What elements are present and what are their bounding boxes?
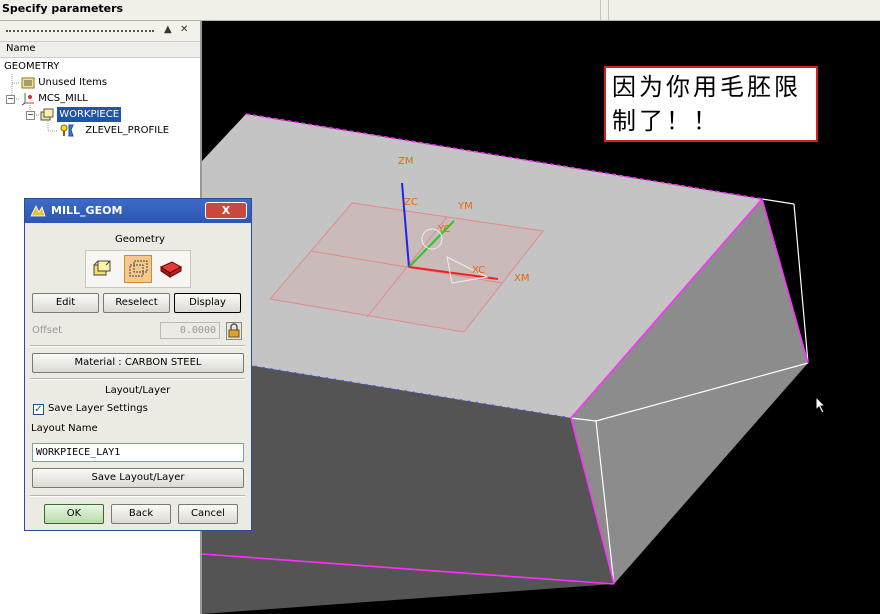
divider bbox=[30, 345, 245, 347]
axis-label-xm: XM bbox=[514, 273, 530, 284]
dialog-title: MILL_GEOM bbox=[51, 204, 123, 217]
note-line-1: 因为你用毛胚限 bbox=[612, 73, 801, 101]
tree-item-workpiece[interactable]: WORKPIECE bbox=[40, 107, 122, 122]
offset-label: Offset bbox=[32, 325, 63, 336]
layout-name-label: Layout Name bbox=[31, 423, 98, 434]
dialog-title-bar[interactable]: MILL_GEOM X bbox=[25, 199, 251, 223]
blank-geometry-icon[interactable] bbox=[124, 255, 152, 283]
workpiece-icon bbox=[40, 108, 54, 121]
tree-item-mcs-mill[interactable]: MCS_MILL bbox=[21, 91, 88, 106]
tree-item-label: ZLEVEL_PROFILE bbox=[85, 125, 170, 136]
divider bbox=[30, 378, 245, 380]
toolbar-divider bbox=[608, 0, 609, 20]
display-button[interactable]: Display bbox=[174, 293, 241, 313]
tree-item-label: WORKPIECE bbox=[57, 107, 122, 122]
divider bbox=[30, 495, 245, 497]
lock-button[interactable] bbox=[226, 322, 242, 340]
nx-logo-icon bbox=[30, 205, 46, 217]
save-layout-layer-button[interactable]: Save Layout/Layer bbox=[32, 468, 244, 488]
save-layer-settings-label: Save Layer Settings bbox=[48, 403, 148, 414]
annotation-note: 因为你用毛胚限 制了！！ bbox=[604, 66, 818, 142]
title-bar: Specify parameters bbox=[0, 0, 880, 21]
tree-item-geometry[interactable]: GEOMETRY bbox=[4, 59, 59, 74]
note-line-2: 制了！！ bbox=[612, 107, 720, 135]
axis-label-zc: ZC bbox=[404, 197, 418, 208]
axis-label-yc: YC bbox=[438, 224, 451, 235]
toolbar-divider bbox=[600, 0, 601, 20]
axis-label-ym: YM bbox=[458, 201, 473, 212]
folder-list-icon bbox=[21, 77, 35, 89]
warning-operation-icon bbox=[60, 124, 74, 137]
material-button[interactable]: Material : CARBON STEEL bbox=[32, 353, 244, 373]
axis-label-xc: XC bbox=[472, 265, 486, 276]
ok-button[interactable]: OK bbox=[44, 504, 104, 524]
tree-item-zlevel-profile[interactable]: ZLEVEL_PROFILE bbox=[60, 123, 169, 138]
tree-item-label: MCS_MILL bbox=[38, 93, 88, 104]
tree-item-label: Unused Items bbox=[38, 77, 108, 88]
layout-name-input[interactable]: WORKPIECE_LAY1 bbox=[32, 443, 244, 462]
layout-layer-label: Layout/Layer bbox=[105, 385, 171, 396]
coordinate-system-icon bbox=[21, 93, 34, 105]
expander-minus-icon[interactable]: − bbox=[6, 95, 15, 104]
check-geometry-icon[interactable] bbox=[158, 255, 184, 281]
axis-label-zm: ZM bbox=[398, 156, 414, 167]
reselect-button[interactable]: Reselect bbox=[103, 293, 170, 313]
tree-item-unused-items[interactable]: Unused Items bbox=[21, 75, 107, 90]
back-button[interactable]: Back bbox=[111, 504, 171, 524]
lock-icon bbox=[228, 323, 240, 338]
cancel-button[interactable]: Cancel bbox=[178, 504, 238, 524]
part-geometry-icon[interactable] bbox=[90, 255, 116, 281]
mouse-cursor-icon bbox=[815, 396, 827, 414]
geometry-section-label: Geometry bbox=[115, 234, 165, 245]
expander-minus-icon[interactable]: − bbox=[26, 111, 35, 120]
tree-item-label: GEOMETRY bbox=[4, 61, 60, 72]
mill-geom-dialog: MILL_GEOM X Geometry Edit Reselect Displ… bbox=[24, 198, 252, 531]
window-title: Specify parameters bbox=[2, 2, 124, 15]
dialog-close-button[interactable]: X bbox=[205, 202, 247, 219]
save-layer-settings-checkbox[interactable]: ✓ bbox=[33, 404, 44, 415]
edit-button[interactable]: Edit bbox=[32, 293, 99, 313]
offset-input[interactable]: 0.0000 bbox=[160, 322, 220, 339]
geometry-icon-group bbox=[85, 250, 191, 288]
